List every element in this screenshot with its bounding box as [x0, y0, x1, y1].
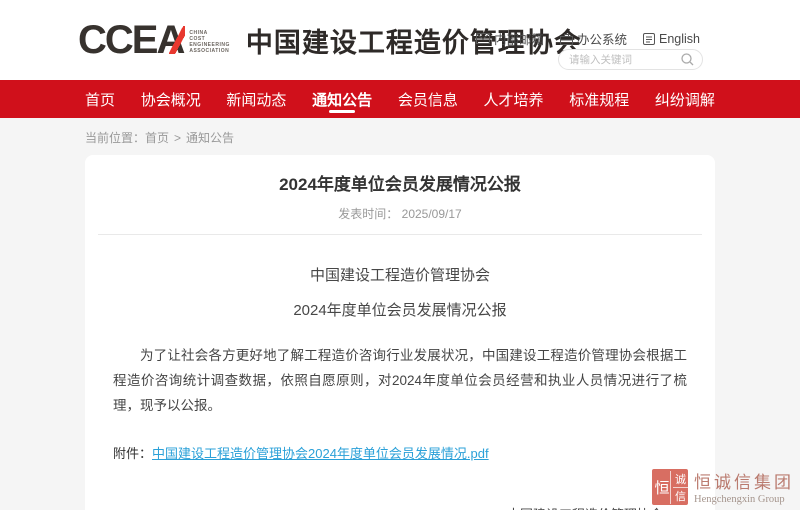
document-heading-line1: 中国建设工程造价管理协会: [113, 264, 687, 285]
publish-time-value: 2025/09/17: [402, 207, 462, 221]
publish-time-label: 发表时间：: [338, 207, 398, 221]
link-internal-mail[interactable]: 内部邮箱: [476, 29, 544, 48]
logo-subtext-line: ASSOCIATION: [189, 48, 230, 54]
nav-item-news[interactable]: 新闻动态: [226, 80, 286, 118]
briefcase-icon: [560, 33, 573, 45]
quick-link-label: 内部邮箱: [494, 29, 544, 48]
logo-acronym: CCEA: [78, 20, 183, 60]
nav-item-standards[interactable]: 标准规程: [569, 80, 629, 118]
watermark-name: 恒诚信集团: [694, 468, 794, 493]
article-paragraph: 为了让社会各方更好地了解工程造价咨询行业发展状况，中国建设工程造价管理协会根据工…: [113, 343, 687, 418]
breadcrumb-current-link[interactable]: 通知公告: [186, 131, 234, 145]
logo-subtext: CHINA COST ENGINEERING ASSOCIATION: [189, 30, 230, 54]
mail-icon: [476, 33, 490, 44]
breadcrumb-prefix: 当前位置：: [85, 131, 145, 145]
breadcrumb: 当前位置：首页 > 通知公告: [85, 129, 715, 146]
article-body: 中国建设工程造价管理协会 2024年度单位会员发展情况公报 为了让社会各方更好地…: [85, 264, 715, 510]
seal-char: 恒: [654, 471, 671, 504]
main-nav: 首页 协会概况 新闻动态 通知公告 会员信息 人才培养 标准规程 纠纷调解: [0, 80, 800, 118]
watermark-name-en: Hengchengxin Group: [694, 494, 794, 505]
site-header: CCEA CHINA COST ENGINEERING ASSOCIATION …: [0, 0, 800, 80]
quick-link-label: 办公系统: [577, 29, 627, 48]
quick-link-label: English: [659, 32, 700, 46]
breadcrumb-separator: >: [174, 131, 181, 145]
attachment-label: 附件：: [113, 446, 152, 461]
link-office-system[interactable]: 办公系统: [560, 29, 627, 48]
seal-char: 信: [673, 488, 688, 504]
article-title: 2024年度单位会员发展情况公报: [85, 170, 715, 195]
hengchengxin-seal-icon: 恒 诚 信: [652, 469, 688, 505]
seal-char: 诚: [673, 471, 688, 488]
nav-item-home[interactable]: 首页: [85, 80, 115, 118]
nav-item-notices[interactable]: 通知公告: [312, 80, 372, 118]
breadcrumb-home-link[interactable]: 首页: [145, 131, 169, 145]
nav-item-about[interactable]: 协会概况: [141, 80, 201, 118]
title-divider: [98, 234, 702, 235]
logo-acronym-text: CCEA: [78, 18, 183, 62]
search-box: [558, 49, 703, 70]
nav-item-disputes[interactable]: 纠纷调解: [655, 80, 715, 118]
logo-a-swoosh: [169, 26, 185, 54]
publish-time: 发表时间： 2025/09/17: [85, 205, 715, 222]
article-card: 2024年度单位会员发展情况公报 发表时间： 2025/09/17 中国建设工程…: [85, 155, 715, 510]
book-icon: [643, 33, 655, 45]
header-quick-links: 内部邮箱 办公系统 English: [476, 29, 700, 48]
document-heading-line2: 2024年度单位会员发展情况公报: [113, 299, 687, 320]
attachment-row: 附件：中国建设工程造价管理协会2024年度单位会员发展情况.pdf: [113, 443, 687, 462]
signature-org: 中国建设工程造价管理协会: [507, 502, 663, 510]
link-english[interactable]: English: [643, 29, 700, 48]
signature-block: 中国建设工程造价管理协会 2025年9月17日: [507, 502, 663, 510]
nav-item-members[interactable]: 会员信息: [398, 80, 458, 118]
watermark-text: 恒诚信集团 Hengchengxin Group: [694, 468, 794, 505]
site-watermark: 恒 诚 信 恒诚信集团 Hengchengxin Group: [652, 468, 794, 505]
nav-item-training[interactable]: 人才培养: [484, 80, 544, 118]
attachment-pdf-link[interactable]: 中国建设工程造价管理协会2024年度单位会员发展情况.pdf: [152, 446, 489, 461]
search-icon[interactable]: [681, 53, 694, 66]
search-input[interactable]: [569, 54, 681, 66]
